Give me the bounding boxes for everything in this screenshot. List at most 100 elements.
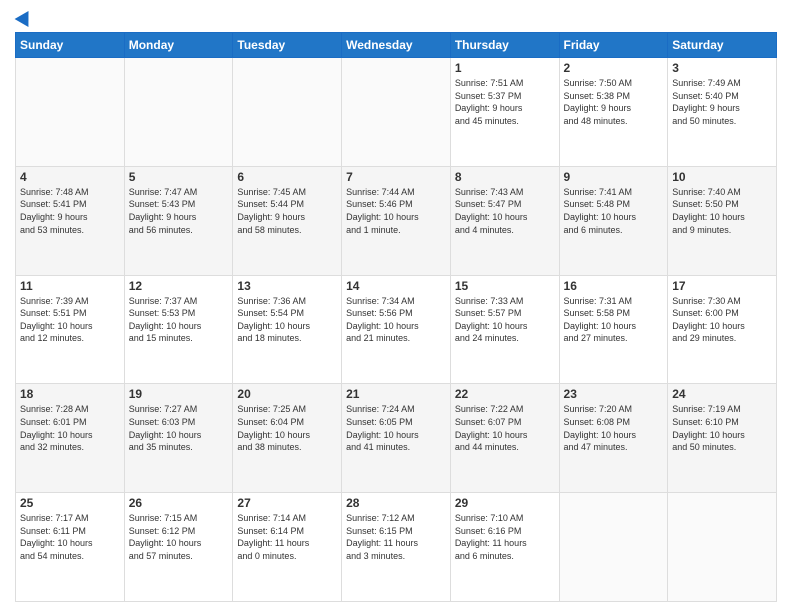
weekday-header: Wednesday (342, 33, 451, 58)
calendar-cell: 5Sunrise: 7:47 AM Sunset: 5:43 PM Daylig… (124, 166, 233, 275)
calendar-cell: 17 Sunrise: 7:30 AM Sunset: 6:00 PM Dayli… (668, 275, 777, 384)
calendar-cell (16, 58, 125, 167)
day-number: 15 (455, 279, 555, 293)
day-number: 26 (129, 496, 229, 510)
day-number: 11 (20, 279, 120, 293)
calendar-cell: 16 Sunrise: 7:31 AM Sunset: 5:58 PM Dayli… (559, 275, 668, 384)
calendar-cell: 6 Sunrise: 7:45 AM Sunset: 5:44 PM Daylig… (233, 166, 342, 275)
calendar-cell: 2 Sunrise: 7:50 AM Sunset: 5:38 PM Daylig… (559, 58, 668, 167)
day-info: Sunrise: 7:17 AM Sunset: 6:11 PM Dayligh… (20, 512, 120, 562)
day-info: Sunrise: 7:28 AM Sunset: 6:01 PM Dayligh… (20, 403, 120, 453)
calendar-cell: 10 Sunrise: 7:40 AM Sunset: 5:50 PM Dayli… (668, 166, 777, 275)
calendar-cell: 26 Sunrise: 7:15 AM Sunset: 6:12 PM Dayli… (124, 493, 233, 602)
day-info: Sunrise: 7:14 AM Sunset: 6:14 PM Dayligh… (237, 512, 337, 562)
calendar-week-row: 25 Sunrise: 7:17 AM Sunset: 6:11 PM Dayli… (16, 493, 777, 602)
calendar-week-row: 4Sunrise: 7:48 AM Sunset: 5:41 PM Daylig… (16, 166, 777, 275)
day-info: Sunrise: 7:20 AM Sunset: 6:08 PM Dayligh… (564, 403, 664, 453)
day-info: Sunrise: 7:49 AM Sunset: 5:40 PM Dayligh… (672, 77, 772, 127)
page: SundayMondayTuesdayWednesdayThursdayFrid… (0, 0, 792, 612)
calendar-cell: 8 Sunrise: 7:43 AM Sunset: 5:47 PM Daylig… (450, 166, 559, 275)
day-number: 1 (455, 61, 555, 75)
calendar-cell: 12 Sunrise: 7:37 AM Sunset: 5:53 PM Dayli… (124, 275, 233, 384)
calendar-week-row: 1 Sunrise: 7:51 AM Sunset: 5:37 PM Daylig… (16, 58, 777, 167)
calendar-cell: 25 Sunrise: 7:17 AM Sunset: 6:11 PM Dayli… (16, 493, 125, 602)
day-info: Sunrise: 7:33 AM Sunset: 5:57 PM Dayligh… (455, 295, 555, 345)
weekday-header: Tuesday (233, 33, 342, 58)
day-info: Sunrise: 7:50 AM Sunset: 5:38 PM Dayligh… (564, 77, 664, 127)
logo (15, 10, 33, 24)
day-info: Sunrise: 7:24 AM Sunset: 6:05 PM Dayligh… (346, 403, 446, 453)
day-info: Sunrise: 7:37 AM Sunset: 5:53 PM Dayligh… (129, 295, 229, 345)
day-number: 19 (129, 387, 229, 401)
day-info: Sunrise: 7:31 AM Sunset: 5:58 PM Dayligh… (564, 295, 664, 345)
day-number: 6 (237, 170, 337, 184)
calendar-cell: 24 Sunrise: 7:19 AM Sunset: 6:10 PM Dayli… (668, 384, 777, 493)
calendar-cell: 21 Sunrise: 7:24 AM Sunset: 6:05 PM Dayli… (342, 384, 451, 493)
day-info: Sunrise: 7:10 AM Sunset: 6:16 PM Dayligh… (455, 512, 555, 562)
day-number: 9 (564, 170, 664, 184)
calendar-cell: 22 Sunrise: 7:22 AM Sunset: 6:07 PM Dayli… (450, 384, 559, 493)
day-info: Sunrise: 7:34 AM Sunset: 5:56 PM Dayligh… (346, 295, 446, 345)
day-info: Sunrise: 7:15 AM Sunset: 6:12 PM Dayligh… (129, 512, 229, 562)
day-info: Sunrise: 7:36 AM Sunset: 5:54 PM Dayligh… (237, 295, 337, 345)
header (15, 10, 777, 24)
day-number: 29 (455, 496, 555, 510)
calendar-cell: 14 Sunrise: 7:34 AM Sunset: 5:56 PM Dayli… (342, 275, 451, 384)
weekday-header: Sunday (16, 33, 125, 58)
day-info: Sunrise: 7:19 AM Sunset: 6:10 PM Dayligh… (672, 403, 772, 453)
day-info: Sunrise: 7:43 AM Sunset: 5:47 PM Dayligh… (455, 186, 555, 236)
day-number: 20 (237, 387, 337, 401)
calendar-cell: 7 Sunrise: 7:44 AM Sunset: 5:46 PM Daylig… (342, 166, 451, 275)
calendar-cell: 23Sunrise: 7:20 AM Sunset: 6:08 PM Dayli… (559, 384, 668, 493)
day-number: 22 (455, 387, 555, 401)
day-info: Sunrise: 7:48 AM Sunset: 5:41 PM Dayligh… (20, 186, 120, 236)
day-info: Sunrise: 7:45 AM Sunset: 5:44 PM Dayligh… (237, 186, 337, 236)
day-number: 16 (564, 279, 664, 293)
day-number: 10 (672, 170, 772, 184)
calendar-cell: 28 Sunrise: 7:12 AM Sunset: 6:15 PM Dayli… (342, 493, 451, 602)
calendar-cell: 20 Sunrise: 7:25 AM Sunset: 6:04 PM Dayli… (233, 384, 342, 493)
calendar-cell: 1 Sunrise: 7:51 AM Sunset: 5:37 PM Daylig… (450, 58, 559, 167)
logo-text (15, 10, 33, 24)
day-info: Sunrise: 7:22 AM Sunset: 6:07 PM Dayligh… (455, 403, 555, 453)
day-info: Sunrise: 7:51 AM Sunset: 5:37 PM Dayligh… (455, 77, 555, 127)
day-info: Sunrise: 7:25 AM Sunset: 6:04 PM Dayligh… (237, 403, 337, 453)
day-number: 12 (129, 279, 229, 293)
day-info: Sunrise: 7:44 AM Sunset: 5:46 PM Dayligh… (346, 186, 446, 236)
calendar-cell: 29 Sunrise: 7:10 AM Sunset: 6:16 PM Dayli… (450, 493, 559, 602)
day-number: 14 (346, 279, 446, 293)
calendar-cell (233, 58, 342, 167)
calendar-header-row: SundayMondayTuesdayWednesdayThursdayFrid… (16, 33, 777, 58)
weekday-header: Monday (124, 33, 233, 58)
day-number: 25 (20, 496, 120, 510)
calendar-cell: 27 Sunrise: 7:14 AM Sunset: 6:14 PM Dayli… (233, 493, 342, 602)
day-info: Sunrise: 7:30 AM Sunset: 6:00 PM Dayligh… (672, 295, 772, 345)
calendar-cell (668, 493, 777, 602)
logo-icon (15, 7, 36, 27)
calendar-cell: 9Sunrise: 7:41 AM Sunset: 5:48 PM Daylig… (559, 166, 668, 275)
day-number: 13 (237, 279, 337, 293)
calendar-cell: 13 Sunrise: 7:36 AM Sunset: 5:54 PM Dayli… (233, 275, 342, 384)
day-number: 21 (346, 387, 446, 401)
day-info: Sunrise: 7:47 AM Sunset: 5:43 PM Dayligh… (129, 186, 229, 236)
day-number: 2 (564, 61, 664, 75)
calendar-cell: 4Sunrise: 7:48 AM Sunset: 5:41 PM Daylig… (16, 166, 125, 275)
day-number: 17 (672, 279, 772, 293)
calendar-week-row: 18Sunrise: 7:28 AM Sunset: 6:01 PM Dayli… (16, 384, 777, 493)
day-info: Sunrise: 7:12 AM Sunset: 6:15 PM Dayligh… (346, 512, 446, 562)
calendar-week-row: 11Sunrise: 7:39 AM Sunset: 5:51 PM Dayli… (16, 275, 777, 384)
calendar-cell: 15 Sunrise: 7:33 AM Sunset: 5:57 PM Dayli… (450, 275, 559, 384)
day-number: 28 (346, 496, 446, 510)
weekday-header: Saturday (668, 33, 777, 58)
weekday-header: Thursday (450, 33, 559, 58)
calendar-cell: 11Sunrise: 7:39 AM Sunset: 5:51 PM Dayli… (16, 275, 125, 384)
day-number: 27 (237, 496, 337, 510)
weekday-header: Friday (559, 33, 668, 58)
calendar-cell: 18Sunrise: 7:28 AM Sunset: 6:01 PM Dayli… (16, 384, 125, 493)
calendar-cell (124, 58, 233, 167)
day-info: Sunrise: 7:27 AM Sunset: 6:03 PM Dayligh… (129, 403, 229, 453)
day-number: 7 (346, 170, 446, 184)
day-info: Sunrise: 7:40 AM Sunset: 5:50 PM Dayligh… (672, 186, 772, 236)
day-number: 8 (455, 170, 555, 184)
day-number: 24 (672, 387, 772, 401)
